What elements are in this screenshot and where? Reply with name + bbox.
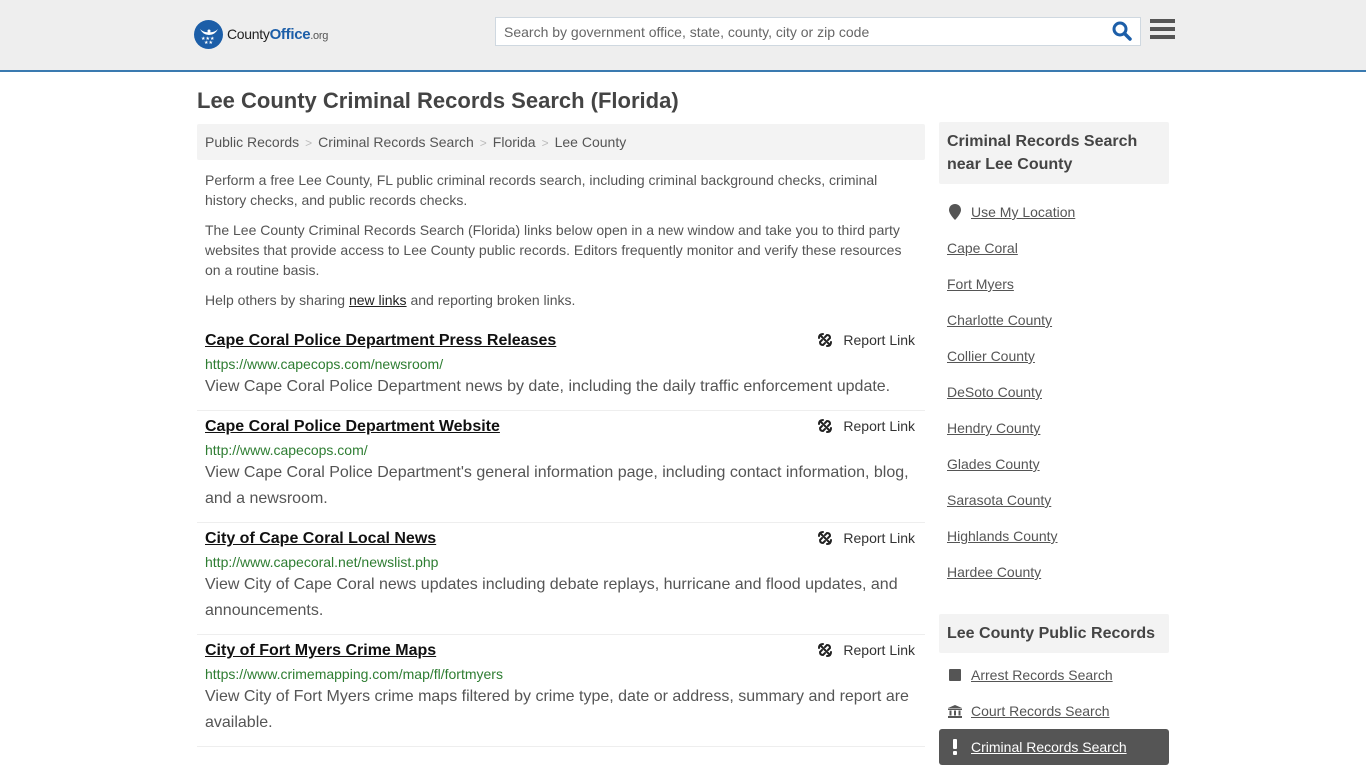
result-item: City of Cape Coral Local News Report Lin… (197, 523, 925, 635)
search-box (495, 17, 1141, 46)
hamburger-menu-icon-bar (1150, 35, 1175, 39)
nearby-item[interactable]: Charlotte County (947, 302, 1161, 338)
logo-text-tld: .org (310, 30, 329, 42)
nearby-link-hardee-county[interactable]: Hardee County (947, 564, 1041, 580)
breadcrumb-lee-county[interactable]: Lee County (555, 134, 627, 150)
intro-text: Perform a free Lee County, FL public cri… (205, 170, 920, 320)
result-url: https://www.capecops.com/newsroom/ (205, 356, 444, 372)
nearby-link-sarasota-county[interactable]: Sarasota County (947, 492, 1051, 508)
nearby-link-collier-county[interactable]: Collier County (947, 348, 1035, 364)
nearby-item[interactable]: Fort Myers (947, 266, 1161, 302)
result-item: City of Fort Myers Crime Maps Report Lin… (197, 635, 925, 747)
result-item: Cape Coral Police Department Website Rep… (197, 411, 925, 523)
result-title-link[interactable]: City of Fort Myers Crime Maps (205, 641, 436, 661)
sidebar: Criminal Records Search near Lee County … (939, 122, 1169, 765)
search-input[interactable] (496, 18, 1096, 45)
use-my-location-link[interactable]: Use My Location (971, 204, 1075, 220)
nearby-item[interactable]: DeSoto County (947, 374, 1161, 410)
share-text: and reporting broken links. (406, 292, 576, 308)
result-description: View City of Cape Coral news updates inc… (205, 576, 898, 619)
logo-text-office: Office (269, 26, 311, 43)
nearby-link-charlotte-county[interactable]: Charlotte County (947, 312, 1052, 328)
report-link-button[interactable]: Report Link (817, 418, 915, 434)
breadcrumb-separator: > (541, 136, 549, 150)
site-header: ★★★ ★★ CountyOffice.org (0, 0, 1366, 72)
page-title: Lee County Criminal Records Search (Flor… (197, 88, 679, 113)
breadcrumb-criminal-records-search[interactable]: Criminal Records Search (318, 134, 474, 150)
nearby-item[interactable]: Sarasota County (947, 482, 1161, 518)
result-description: View Cape Coral Police Department news b… (205, 378, 891, 395)
breadcrumb-separator: > (479, 136, 487, 150)
result-description: View City of Fort Myers crime maps filte… (205, 688, 909, 731)
logo-text: CountyOffice.org (227, 26, 328, 43)
breadcrumb-public-records[interactable]: Public Records (205, 134, 299, 150)
result-url: https://www.crimemapping.com/map/fl/fort… (205, 666, 503, 682)
square-icon (947, 669, 963, 681)
report-link-label: Report Link (843, 642, 915, 658)
nearby-link-desoto-county[interactable]: DeSoto County (947, 384, 1042, 400)
new-links-link[interactable]: new links (349, 292, 407, 308)
breadcrumb-separator: > (305, 136, 313, 150)
nearby-item[interactable]: Collier County (947, 338, 1161, 374)
nearby-link-fort-myers[interactable]: Fort Myers (947, 276, 1014, 292)
broken-link-icon (818, 419, 833, 433)
criminal-records-link[interactable]: Criminal Records Search (971, 739, 1127, 755)
intro-share-paragraph: Help others by sharing new links and rep… (205, 290, 920, 310)
result-item: Cape Coral Police Department Press Relea… (197, 325, 925, 411)
nearby-item[interactable]: Hendry County (947, 410, 1161, 446)
search-button[interactable] (1112, 21, 1134, 43)
nearby-item[interactable]: Cape Coral (947, 230, 1161, 266)
report-link-button[interactable]: Report Link (817, 332, 915, 348)
result-title-link[interactable]: City of Cape Coral Local News (205, 529, 436, 549)
result-url: http://www.capecoral.net/newslist.php (205, 554, 439, 570)
share-text: Help others by sharing (205, 292, 349, 308)
results-list: Cape Coral Police Department Press Relea… (197, 325, 925, 747)
records-item-criminal-active[interactable]: Criminal Records Search (939, 729, 1169, 765)
exclamation-icon (947, 739, 963, 755)
nearby-item[interactable]: Glades County (947, 446, 1161, 482)
nearby-link-glades-county[interactable]: Glades County (947, 456, 1040, 472)
report-link-label: Report Link (843, 332, 915, 348)
courthouse-icon (947, 704, 963, 718)
result-title-link[interactable]: Cape Coral Police Department Website (205, 417, 500, 437)
report-link-button[interactable]: Report Link (817, 530, 915, 546)
public-records-list: Arrest Records Search Court Records Sear… (939, 653, 1169, 765)
broken-link-icon (818, 333, 833, 347)
arrest-records-link[interactable]: Arrest Records Search (971, 667, 1113, 683)
svg-text:★★: ★★ (204, 40, 213, 45)
nearby-link-cape-coral[interactable]: Cape Coral (947, 240, 1018, 256)
result-description: View Cape Coral Police Department's gene… (205, 464, 909, 507)
hamburger-menu-icon-bar (1150, 27, 1175, 31)
nearby-link-highlands-county[interactable]: Highlands County (947, 528, 1058, 544)
logo-text-county: County (227, 26, 270, 42)
report-link-label: Report Link (843, 418, 915, 434)
map-marker-icon (947, 204, 963, 220)
broken-link-icon (818, 643, 833, 657)
court-records-link[interactable]: Court Records Search (971, 703, 1110, 719)
search-icon (1112, 21, 1132, 41)
records-item-arrest[interactable]: Arrest Records Search (939, 657, 1169, 693)
nearby-item[interactable]: Hardee County (947, 554, 1161, 590)
broken-link-icon (818, 531, 833, 545)
records-item-court[interactable]: Court Records Search (939, 693, 1169, 729)
intro-paragraph: The Lee County Criminal Records Search (… (205, 222, 902, 278)
nearby-list: Use My Location Cape Coral Fort Myers Ch… (939, 184, 1169, 590)
nearby-item[interactable]: Highlands County (947, 518, 1161, 554)
report-link-button[interactable]: Report Link (817, 642, 915, 658)
report-link-label: Report Link (843, 530, 915, 546)
hamburger-menu-button[interactable] (1150, 19, 1175, 41)
hamburger-menu-icon-bar (1150, 19, 1175, 23)
site-logo[interactable]: ★★★ ★★ CountyOffice.org (194, 20, 328, 49)
nearby-link-hendry-county[interactable]: Hendry County (947, 420, 1040, 436)
eagle-stars-logo-icon: ★★★ ★★ (194, 20, 223, 49)
intro-paragraph: Perform a free Lee County, FL public cri… (205, 172, 878, 208)
public-records-heading: Lee County Public Records (939, 614, 1169, 653)
result-title-link[interactable]: Cape Coral Police Department Press Relea… (205, 331, 556, 351)
nearby-heading: Criminal Records Search near Lee County (939, 122, 1169, 184)
breadcrumb: Public Records > Criminal Records Search > F… (197, 124, 925, 160)
use-my-location-item[interactable]: Use My Location (947, 194, 1161, 230)
breadcrumb-florida[interactable]: Florida (493, 134, 536, 150)
result-url: http://www.capecops.com/ (205, 442, 368, 458)
